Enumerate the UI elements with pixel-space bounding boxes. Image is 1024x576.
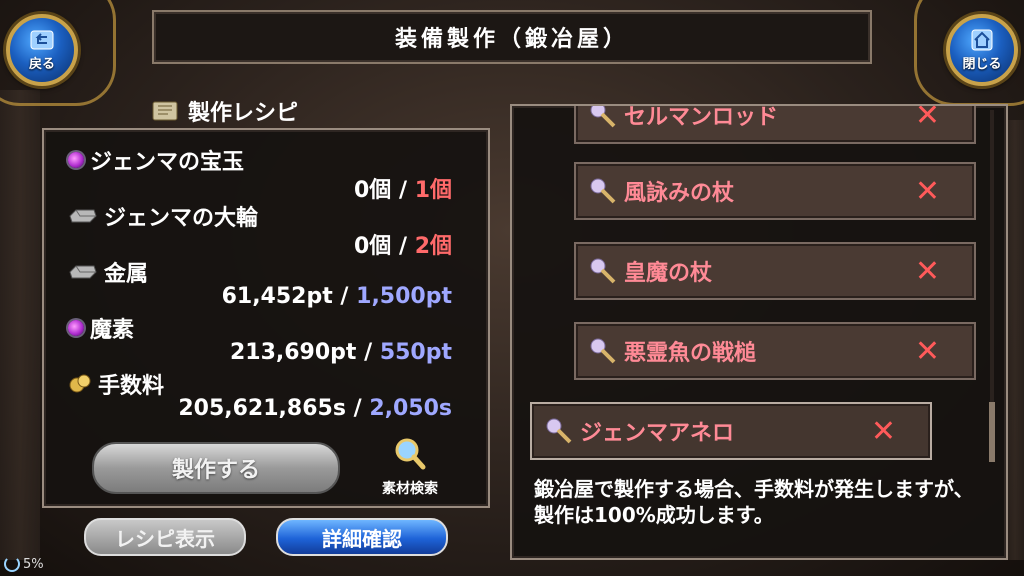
- make-button-label: 製作する: [171, 458, 260, 483]
- detail-button[interactable]: 詳細確認: [276, 518, 448, 556]
- recipe-panel: ジェンマの宝玉 0個 / 1個 ジェンマの大輪 0個 / 2個 金属 61,45…: [42, 128, 490, 508]
- equipment-item[interactable]: セルマンロッド ✕: [574, 106, 976, 144]
- back-arrow-icon: [30, 30, 54, 49]
- equipment-item[interactable]: 皇魔の杖 ✕: [574, 242, 976, 300]
- recipe-heading-text: 製作レシピ: [188, 101, 299, 126]
- equipment-item-selected[interactable]: ジェンマアネロ ✕: [530, 402, 932, 460]
- show-recipe-label: レシピ表示: [115, 526, 215, 551]
- material-search-button[interactable]: 素材検索: [370, 436, 450, 498]
- material-have: 0個: [353, 234, 392, 259]
- wand-icon: [590, 106, 616, 128]
- material-count-1: 0個 / 2個: [354, 228, 452, 260]
- material-row-2: 金属: [68, 256, 148, 288]
- material-sep: /: [398, 234, 408, 259]
- material-name: 魔素: [90, 318, 135, 343]
- material-row-4: 手数料: [68, 368, 164, 400]
- material-sep: /: [353, 396, 362, 421]
- equipment-name: 悪霊魚の戦槌: [624, 341, 757, 366]
- equipment-panel: セルマンロッド ✕ 風詠みの杖 ✕ 皇魔の杖 ✕ 悪霊魚の戦槌 ✕ ジェンマアネ…: [510, 104, 1008, 560]
- wand-icon: [590, 178, 616, 204]
- material-search-label: 素材検索: [382, 481, 438, 497]
- coin-icon: [69, 374, 91, 393]
- equipment-item[interactable]: 悪霊魚の戦槌 ✕: [574, 322, 976, 380]
- material-name: 手数料: [98, 374, 165, 399]
- material-row-3: 魔素: [68, 312, 134, 344]
- material-name: 金属: [104, 262, 149, 287]
- loading-spinner-icon: [4, 556, 20, 572]
- detail-label: 詳細確認: [322, 526, 402, 551]
- equipment-name: ジェンマアネロ: [580, 421, 735, 446]
- material-need: 2,050s: [369, 396, 452, 421]
- material-row-0: ジェンマの宝玉: [68, 144, 244, 176]
- bookshelf-right: [1006, 120, 1024, 560]
- purple-gem-icon: [68, 152, 84, 168]
- equipment-name: 皇魔の杖: [624, 261, 713, 286]
- material-need: 550pt: [379, 340, 452, 365]
- equipment-name: セルマンロッド: [624, 106, 779, 130]
- material-name: ジェンマの大輪: [104, 206, 259, 231]
- material-count-4: 205,621,865s / 2,050s: [178, 396, 452, 421]
- loading-percent: 5%: [23, 556, 44, 572]
- list-scrollbar-thumb[interactable]: [989, 402, 995, 462]
- magnifier-icon: [395, 438, 426, 470]
- equipment-list[interactable]: セルマンロッド ✕ 風詠みの杖 ✕ 皇魔の杖 ✕ 悪霊魚の戦槌 ✕ ジェンマアネ…: [512, 106, 1002, 464]
- loading-indicator: 5%: [4, 556, 44, 572]
- back-button[interactable]: 戻る: [6, 14, 78, 86]
- close-button[interactable]: 閉じる: [946, 14, 1018, 86]
- purple-gem-icon: [68, 320, 84, 336]
- recipe-heading: 製作レシピ: [150, 94, 298, 128]
- unavailable-mark: ✕: [914, 253, 940, 289]
- material-have: 61,452pt: [221, 284, 333, 309]
- page-title-text: 装備製作（鍛冶屋）: [394, 27, 629, 52]
- make-button[interactable]: 製作する: [92, 442, 340, 494]
- show-recipe-button[interactable]: レシピ表示: [84, 518, 246, 556]
- material-need: 1個: [414, 178, 452, 203]
- material-count-0: 0個 / 1個: [354, 172, 452, 204]
- material-name: ジェンマの宝玉: [90, 150, 245, 175]
- bookshelf-left: [0, 90, 40, 560]
- material-row-1: ジェンマの大輪: [68, 200, 258, 232]
- equipment-item[interactable]: 風詠みの杖 ✕: [574, 162, 976, 220]
- wand-icon: [546, 418, 572, 444]
- wand-icon: [590, 258, 616, 284]
- material-sep: /: [398, 178, 408, 203]
- material-have: 0個: [353, 178, 392, 203]
- material-sep: /: [340, 284, 349, 309]
- unavailable-mark: ✕: [914, 173, 940, 209]
- close-label: 閉じる: [962, 56, 1002, 72]
- home-icon: [971, 29, 993, 50]
- wand-icon: [590, 338, 616, 364]
- page-title: 装備製作（鍛冶屋）: [152, 10, 872, 64]
- unavailable-mark: ✕: [870, 413, 896, 449]
- material-count-2: 61,452pt / 1,500pt: [222, 284, 452, 309]
- unavailable-mark: ✕: [914, 106, 940, 133]
- iron-ingot-icon: [69, 265, 97, 279]
- material-count-3: 213,690pt / 550pt: [230, 340, 452, 365]
- recipe-book-icon: [152, 101, 178, 121]
- material-sep: /: [364, 340, 373, 365]
- material-need: 2個: [414, 234, 452, 259]
- material-have: 205,621,865s: [178, 396, 346, 421]
- iron-ingot-icon: [69, 209, 97, 223]
- info-message: 鍛冶屋で製作する場合、手数料が発生しますが、製作は100%成功します。: [534, 477, 974, 527]
- material-have: 213,690pt: [229, 340, 357, 365]
- equipment-name: 風詠みの杖: [624, 181, 735, 206]
- material-need: 1,500pt: [356, 284, 452, 309]
- unavailable-mark: ✕: [914, 333, 940, 369]
- back-label: 戻る: [28, 56, 55, 72]
